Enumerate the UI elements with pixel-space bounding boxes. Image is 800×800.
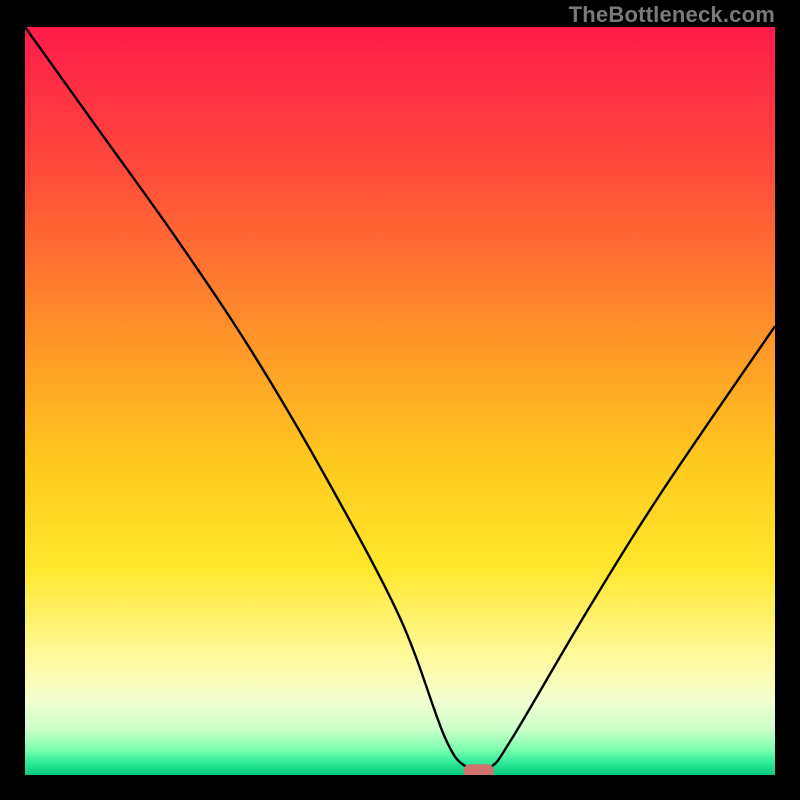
optimal-marker [464,764,494,775]
watermark-text: TheBottleneck.com [569,2,775,28]
plot-area [25,27,775,775]
bottleneck-chart [25,27,775,775]
gradient-background [25,27,775,775]
chart-frame: TheBottleneck.com [0,0,800,800]
